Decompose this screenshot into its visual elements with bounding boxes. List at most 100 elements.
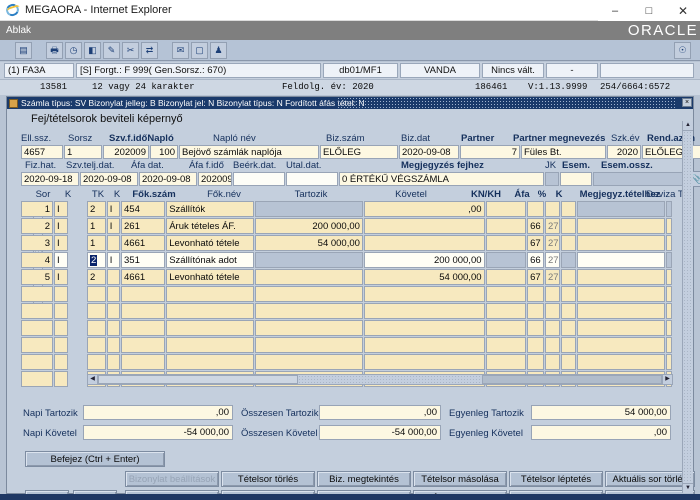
cell-tk[interactable] xyxy=(87,303,106,319)
scroll-thumb-left[interactable] xyxy=(98,375,298,384)
cell-sor[interactable] xyxy=(21,337,53,353)
cell-tartozik[interactable]: 54 000,00 xyxy=(255,235,363,251)
cell-fokszam[interactable] xyxy=(121,337,166,353)
field-megjegyzes-fejhez[interactable]: 0 ÉRTÉKŰ VÉGSZÁMLA xyxy=(339,172,544,186)
cell-fokszam[interactable] xyxy=(121,354,166,370)
cell-fokszam[interactable]: 351 xyxy=(121,252,166,268)
field-biz-dat[interactable]: 2020-09-08 xyxy=(399,145,459,159)
cell-kovetel[interactable] xyxy=(363,286,485,302)
cell-megjegyz[interactable] xyxy=(577,269,666,285)
cell-sor[interactable]: 1 xyxy=(21,201,53,217)
table-row[interactable] xyxy=(21,371,83,388)
cell-k2[interactable] xyxy=(561,337,577,353)
cell-megjegyz[interactable] xyxy=(577,354,666,370)
cell-pct[interactable]: 27 xyxy=(544,269,561,285)
save-icon[interactable]: ▤ xyxy=(15,41,32,59)
cell-afa[interactable]: 67 xyxy=(527,235,544,251)
cell-tartozik[interactable] xyxy=(255,269,363,285)
cell-foknev[interactable]: Szállítónak adot xyxy=(166,252,255,268)
form-scroll-track[interactable] xyxy=(683,131,693,483)
tetelsor-leptetes-button[interactable]: Tételsor léptetés xyxy=(509,471,603,487)
cell-megjegyz[interactable] xyxy=(577,252,666,268)
form-scroll-up-icon[interactable]: ▲ xyxy=(683,121,693,131)
table-row[interactable] xyxy=(87,337,673,354)
field-biz-szam[interactable]: ELŐLEG xyxy=(320,145,398,159)
cell-k0[interactable]: I xyxy=(54,269,68,285)
cell-k2[interactable] xyxy=(561,252,577,268)
field-ossz-kovetel[interactable]: -54 000,00 xyxy=(319,425,441,440)
cell-pct[interactable] xyxy=(544,337,561,353)
table-row[interactable] xyxy=(21,337,83,354)
field-szv-fido[interactable]: 202009 xyxy=(103,145,149,159)
cell-kovetel[interactable] xyxy=(363,337,485,353)
table-row[interactable]: 1I xyxy=(21,201,83,218)
cell-knkh[interactable] xyxy=(485,235,527,251)
close-button[interactable]: ✕ xyxy=(666,0,700,21)
cell-sor[interactable] xyxy=(21,320,53,336)
cell-megjegyz[interactable] xyxy=(577,218,666,234)
cell-k0[interactable]: I xyxy=(54,252,68,268)
cell-k0[interactable]: I xyxy=(54,201,68,217)
cell-fokszam[interactable] xyxy=(121,320,166,336)
cell-afa[interactable]: 66 xyxy=(527,252,544,268)
cell-k1[interactable] xyxy=(106,303,121,319)
cell-k1[interactable] xyxy=(106,286,121,302)
table-row[interactable] xyxy=(21,354,83,371)
cell-tk[interactable]: 2 xyxy=(87,269,106,285)
cell-knkh[interactable] xyxy=(485,252,527,268)
print-icon[interactable]: 🖶 xyxy=(46,41,63,59)
field-egyenleg-kovetel[interactable]: ,00 xyxy=(531,425,671,440)
field-naplo[interactable]: 100 xyxy=(150,145,178,159)
cell-tk[interactable]: 2 xyxy=(87,201,106,217)
tetelsor-masolasa-button[interactable]: Tételsor másolása xyxy=(413,471,507,487)
cell-kovetel[interactable] xyxy=(363,320,485,336)
table-row[interactable]: 2 I 351 Szállítónak adot 200 000,00 66 27 xyxy=(87,252,673,269)
cell-knkh[interactable] xyxy=(485,354,527,370)
table-row[interactable]: 3I xyxy=(21,235,83,252)
cell-deviza[interactable] xyxy=(666,269,673,285)
field-partner[interactable]: 7 xyxy=(460,145,520,159)
cell-afa[interactable] xyxy=(527,320,544,336)
form-scroll-down-icon[interactable]: ▼ xyxy=(683,483,693,493)
cell-fokszam[interactable] xyxy=(121,286,166,302)
cell-kovetel[interactable]: ,00 xyxy=(363,201,485,217)
cell-fokszam[interactable]: 4661 xyxy=(121,235,166,251)
cell-deviza[interactable] xyxy=(666,320,673,336)
cell-k1[interactable]: I xyxy=(106,252,121,268)
field-naplo-nev[interactable]: Bejövő számlák naplója xyxy=(179,145,319,159)
field-partner-megnevezes[interactable]: Füles Bt. xyxy=(521,145,606,159)
cell-foknev[interactable] xyxy=(166,354,255,370)
cell-knkh[interactable] xyxy=(485,269,527,285)
cell-k2[interactable] xyxy=(561,303,577,319)
cell-kovetel[interactable] xyxy=(363,235,485,251)
field-beerk-dat[interactable] xyxy=(233,172,285,186)
cell-k2[interactable] xyxy=(561,201,577,217)
cell-knkh[interactable] xyxy=(485,337,527,353)
cell-knkh[interactable] xyxy=(485,320,527,336)
cell-afa[interactable] xyxy=(527,354,544,370)
cell-foknev[interactable] xyxy=(166,303,255,319)
cell-deviza[interactable] xyxy=(666,201,673,217)
cell-tartozik[interactable] xyxy=(255,201,363,217)
cell-k0[interactable] xyxy=(54,303,68,319)
cell-k1[interactable] xyxy=(106,337,121,353)
cell-deviza[interactable] xyxy=(666,337,673,353)
field-sorsz[interactable]: 1 xyxy=(64,145,102,159)
field-napi-kovetel[interactable]: -54 000,00 xyxy=(83,425,233,440)
table-row[interactable] xyxy=(87,303,673,320)
cell-pct[interactable] xyxy=(544,354,561,370)
exit-icon[interactable]: ◧ xyxy=(84,41,101,59)
cell-deviza[interactable] xyxy=(666,354,673,370)
edit-icon[interactable]: ✎ xyxy=(103,41,120,59)
field-napi-tartozik[interactable]: ,00 xyxy=(83,405,233,420)
field-jk[interactable] xyxy=(545,172,559,186)
cell-deviza[interactable] xyxy=(666,303,673,319)
cell-tartozik[interactable] xyxy=(255,320,363,336)
cell-k0[interactable] xyxy=(54,354,68,370)
cell-k2[interactable] xyxy=(561,354,577,370)
field-esem-ossz[interactable] xyxy=(593,172,683,186)
cell-k2[interactable] xyxy=(561,286,577,302)
cell-tk[interactable]: 1 xyxy=(87,218,106,234)
cell-megjegyz[interactable] xyxy=(577,303,666,319)
cell-k0[interactable] xyxy=(54,337,68,353)
